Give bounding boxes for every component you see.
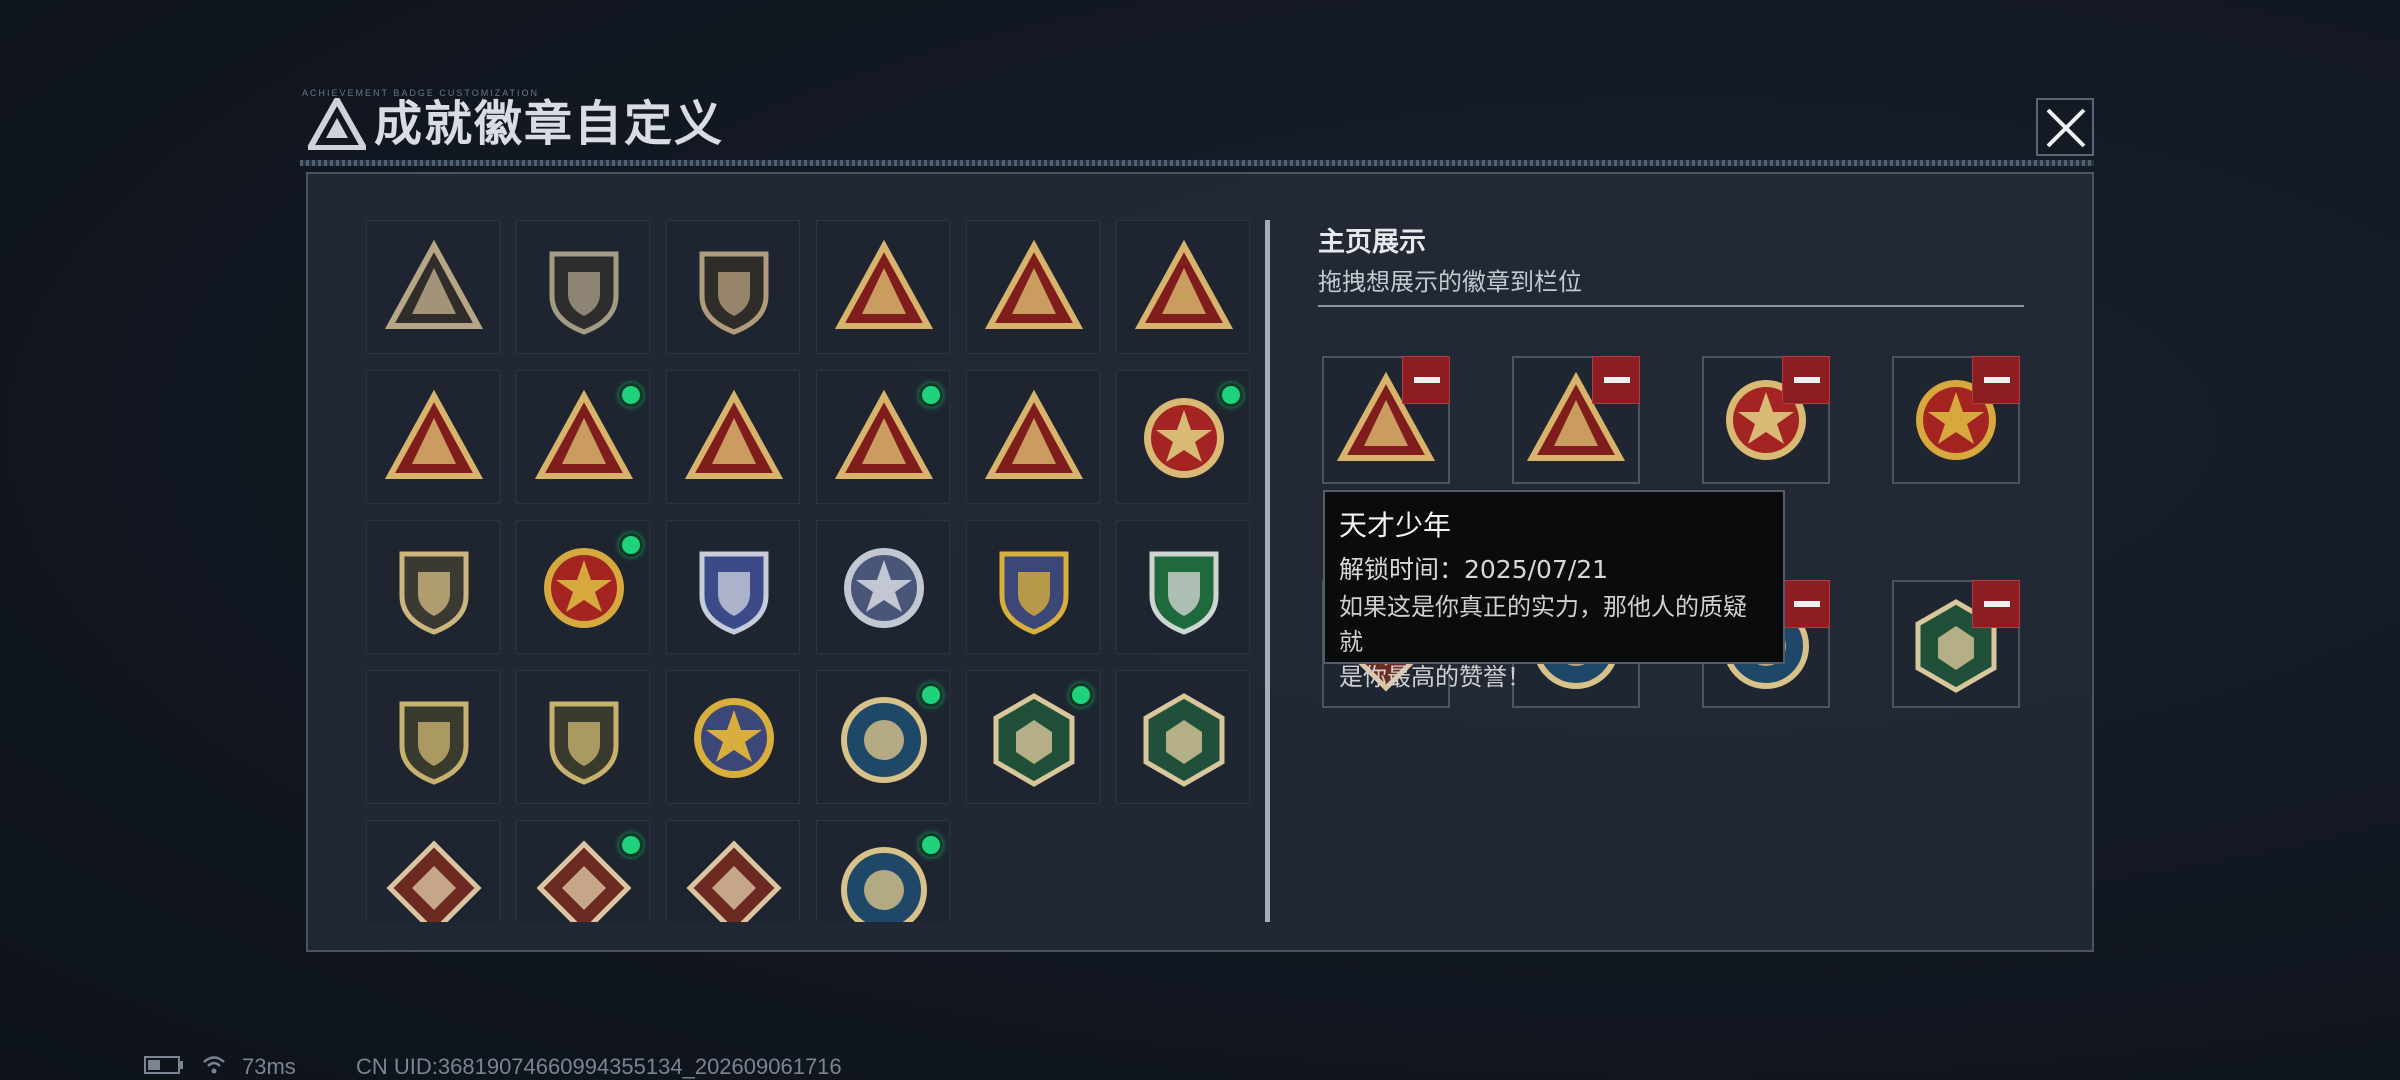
badge-cell[interactable] [966,520,1100,654]
new-indicator-dot [619,383,643,407]
badge-tooltip: 天才少年 解锁时间：2025/07/21 如果这是你真正的实力，那他人的质疑就 … [1323,490,1785,691]
gold-crossed-arms-shield-badge-icon [999,551,1069,635]
remove-badge-button[interactable] [1972,580,2020,628]
badge-cell[interactable] [666,220,800,354]
sniper-circle-shield-badge-icon [549,701,619,785]
badge-cell[interactable] [966,670,1100,804]
runner-triangle-badge-icon [684,389,784,479]
badge-cell[interactable] [366,520,500,654]
dragon-diamond-badge-2-icon [536,840,632,922]
showcase-slot[interactable] [1892,580,2020,708]
remove-badge-button[interactable] [1592,356,1640,404]
showcase-slot[interactable] [1512,356,1640,484]
remove-badge-button[interactable] [1782,580,1830,628]
badge-cell[interactable] [666,670,800,804]
badge-cell[interactable] [816,820,950,922]
battery-icon [144,1056,183,1074]
kick-diamond-badge-icon [686,840,782,922]
number-two-triangle-badge-icon [384,389,484,479]
grid-scrollbar[interactable] [1265,220,1270,922]
hexagon-triangle-badge-icon [834,389,934,479]
badge-cell[interactable] [366,370,500,504]
new-indicator-dot [919,383,943,407]
badge-cell[interactable] [816,670,950,804]
badge-cell[interactable] [1116,670,1250,804]
game-logo-icon [308,98,366,150]
star-wreath-badge-icon [1144,398,1224,478]
winged-medal-badge-icon [544,548,624,628]
eagle-circle-badge-icon [841,697,927,783]
flash-drive-triangle-badge-icon [534,389,634,479]
badge-cell[interactable] [366,820,500,922]
triangle-logo-shield-badge-icon [384,239,484,329]
new-indicator-dot [1069,683,1093,707]
silver-diamond-shield-badge-icon [699,551,769,635]
green-rifle-shield-badge-icon [1149,551,1219,635]
badge-cell[interactable] [516,370,650,504]
tooltip-badge-name: 天才少年 [1339,509,1452,542]
usb-drive-triangle-badge-icon [834,239,934,329]
remove-badge-button[interactable] [1972,356,2020,404]
soldiers-triangle-badge-icon [984,389,1084,479]
rifle-circle-shield-badge-icon [399,701,469,785]
tooltip-unlock-time: 解锁时间：2025/07/21 [1339,555,1609,584]
new-indicator-dot [919,833,943,857]
page-title: 成就徽章自定义 [374,96,725,152]
badge-cell[interactable] [1116,370,1250,504]
dagger-shield-badge-icon [699,251,769,335]
showcase-divider [1318,305,2024,307]
new-indicator-dot [1219,383,1243,407]
showcase-slot[interactable] [1702,356,1830,484]
tooltip-description-line-2: 是你最高的赞誉！ [1339,663,1531,691]
wolf-circle-badge-icon [841,847,927,922]
wifi-icon [203,1056,225,1074]
hand-triangle-badge-icon [984,239,1084,329]
badge-cell[interactable] [666,820,800,922]
showcase-slot[interactable] [1892,356,2020,484]
badge-cell[interactable] [816,370,950,504]
medic-hexagon-badge-icon [1143,693,1225,787]
badge-cell[interactable] [516,520,650,654]
new-indicator-dot [919,683,943,707]
golden-shield-badge-icon [399,551,469,635]
badge-cell[interactable] [516,820,650,922]
badge-grid[interactable] [366,220,1256,922]
close-icon [2046,108,2086,148]
badge-cell[interactable] [966,220,1100,354]
badge-cell[interactable] [1116,220,1250,354]
dragon-diamond-badge-icon [386,840,482,922]
tooltip-description-line-1: 如果这是你真正的实力，那他人的质疑就 [1339,593,1747,656]
helicopter-shield-badge-icon [549,251,619,335]
remove-badge-button[interactable] [1782,356,1830,404]
badge-cell[interactable] [366,220,500,354]
badge-cell[interactable] [666,370,800,504]
ping-value: 73ms [242,1054,296,1079]
badge-cell[interactable] [516,670,650,804]
close-button[interactable] [2036,98,2094,156]
tooltip-description: 如果这是你真正的实力，那他人的质疑就 是你最高的赞誉！ [1339,590,1769,695]
silver-skull-badge-icon [844,548,924,628]
hornet-hexagon-badge-icon [993,693,1075,787]
remove-badge-button[interactable] [1402,356,1450,404]
blue-gold-emblem-badge-icon [694,698,774,778]
badge-cell[interactable] [966,370,1100,504]
user-uid: CN UID:3681907466099435513​4_20260906171… [356,1054,842,1079]
badge-cell[interactable] [666,520,800,654]
showcase-title: 主页展示 [1318,227,1426,258]
title-divider [300,160,2094,166]
showcase-subtitle: 拖拽想展示的徽章到栏位 [1318,268,1582,296]
number-one-triangle-badge-icon [1134,239,1234,329]
badge-cell[interactable] [816,520,950,654]
window-header: ACHIEVEMENT BADGE CUSTOMIZATION 成就徽章自定义 [300,88,2100,168]
new-indicator-dot [619,533,643,557]
badge-cell[interactable] [516,220,650,354]
badge-cell[interactable] [1116,520,1250,654]
badge-cell[interactable] [366,670,500,804]
badge-cell[interactable] [816,220,950,354]
new-indicator-dot [619,833,643,857]
showcase-slot[interactable] [1322,356,1450,484]
